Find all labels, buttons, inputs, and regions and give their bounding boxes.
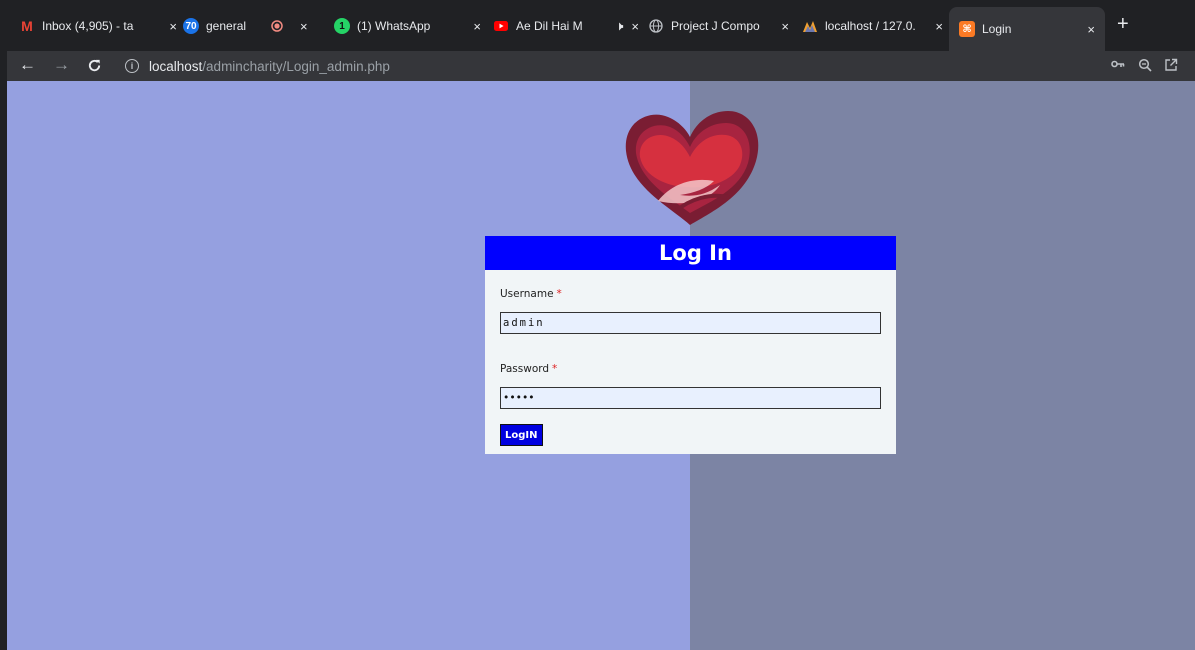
new-tab-button[interactable]: + bbox=[1117, 14, 1129, 34]
tab-title: localhost / 127.0. bbox=[825, 19, 916, 33]
whatsapp-icon: 1 bbox=[334, 18, 350, 34]
login-card: Log In Username * admin Password * ••••• L… bbox=[485, 236, 896, 454]
globe-icon bbox=[648, 18, 664, 34]
username-input[interactable]: admin bbox=[500, 312, 881, 334]
browser-window: M Inbox (4,905) - ta × 70 general × 1 (1… bbox=[7, 0, 1195, 650]
close-icon[interactable]: × bbox=[300, 19, 308, 34]
url-path: /admincharity/Login_admin.php bbox=[202, 58, 390, 74]
key-icon[interactable] bbox=[1111, 55, 1125, 72]
close-icon[interactable]: × bbox=[935, 19, 943, 34]
tab-title: Project J Compo bbox=[671, 19, 760, 33]
share-icon[interactable] bbox=[1164, 55, 1178, 75]
password-label-text: Password bbox=[500, 363, 550, 375]
close-icon[interactable]: × bbox=[631, 19, 639, 34]
username-label: Username * bbox=[500, 288, 562, 300]
speaker-icon[interactable]: 🕨 bbox=[615, 18, 623, 34]
tab-whatsapp[interactable]: 1 (1) WhatsApp × bbox=[334, 11, 481, 41]
required-mark: * bbox=[556, 288, 562, 300]
tab-phpmyadmin[interactable]: localhost / 127.0. × bbox=[802, 11, 943, 41]
close-icon[interactable]: × bbox=[473, 19, 481, 34]
phpmyadmin-icon bbox=[802, 18, 818, 34]
tab-project[interactable]: Project J Compo × bbox=[648, 11, 789, 41]
app-icon: 70 bbox=[183, 18, 199, 34]
page-viewport: Log In Username * admin Password * ••••• L… bbox=[7, 81, 1195, 650]
browser-toolbar: ← → i localhost/admincharity/Login_admin… bbox=[7, 51, 1195, 81]
heart-logo-icon bbox=[625, 111, 759, 225]
url-host: localhost bbox=[149, 58, 203, 74]
password-input[interactable]: ••••• bbox=[500, 387, 881, 409]
tab-title: Inbox (4,905) - ta bbox=[42, 19, 134, 33]
login-title: Log In bbox=[659, 241, 732, 265]
tab-recording[interactable]: × bbox=[269, 11, 321, 41]
tab-title: (1) WhatsApp bbox=[357, 19, 431, 33]
reload-button[interactable] bbox=[87, 54, 102, 79]
tab-title: Ae Dil Hai M bbox=[516, 19, 583, 33]
tab-general[interactable]: 70 general bbox=[183, 11, 261, 41]
tab-title: Login bbox=[982, 22, 1012, 36]
username-label-text: Username bbox=[500, 288, 554, 300]
tab-login[interactable]: ⌘ Login × bbox=[949, 7, 1105, 51]
youtube-icon bbox=[493, 18, 509, 34]
site-info-icon[interactable]: i bbox=[125, 59, 139, 73]
required-mark: * bbox=[552, 363, 558, 375]
password-label: Password * bbox=[500, 363, 557, 375]
gmail-icon: M bbox=[21, 18, 33, 34]
recording-icon bbox=[269, 18, 285, 34]
close-icon[interactable]: × bbox=[169, 19, 177, 34]
reload-icon bbox=[88, 59, 101, 72]
zoom-icon[interactable] bbox=[1138, 55, 1152, 75]
address-bar[interactable]: i localhost/admincharity/Login_admin.php bbox=[125, 55, 1055, 77]
forward-button[interactable]: → bbox=[53, 54, 70, 76]
login-header: Log In bbox=[485, 236, 896, 270]
back-button[interactable]: ← bbox=[19, 54, 36, 76]
tab-gmail[interactable]: M Inbox (4,905) - ta × bbox=[19, 11, 177, 41]
tab-youtube[interactable]: Ae Dil Hai M 🕨 × bbox=[493, 11, 639, 41]
close-icon[interactable]: × bbox=[1087, 22, 1095, 37]
close-icon[interactable]: × bbox=[781, 19, 789, 34]
xampp-icon: ⌘ bbox=[959, 21, 975, 37]
tab-title: general bbox=[206, 19, 247, 33]
tab-strip: M Inbox (4,905) - ta × 70 general × 1 (1… bbox=[7, 0, 1195, 51]
login-button[interactable]: LogIN bbox=[500, 424, 543, 446]
